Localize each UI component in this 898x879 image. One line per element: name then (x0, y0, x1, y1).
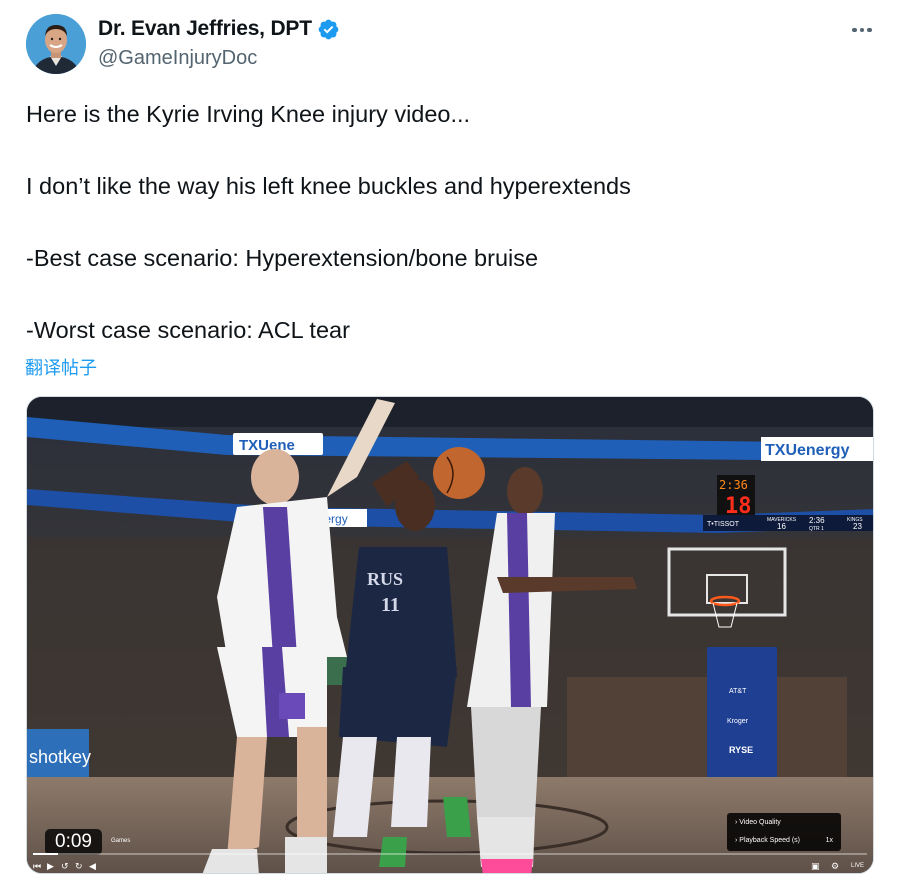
shot-clock-time: 2:36 (719, 478, 748, 492)
avatar[interactable] (26, 14, 86, 74)
volume-icon[interactable]: ◀ (89, 857, 96, 873)
scoreboard-quarter: QTR 1 (809, 526, 824, 532)
video-quality-option[interactable]: › Video Quality (735, 819, 781, 826)
tissot-text: T•TISSOT (707, 521, 740, 528)
tweet-card: Dr. Evan Jeffries, DPT @GameInjuryDoc He… (0, 0, 898, 879)
author-handle[interactable]: @GameInjuryDoc (98, 47, 257, 70)
verified-badge-icon[interactable] (317, 18, 340, 41)
translate-post-link[interactable]: 翻译帖子 (25, 354, 97, 380)
live-label[interactable]: LIVE (851, 857, 864, 873)
scoreboard-away-score: 23 (853, 522, 862, 531)
rewind-icon[interactable]: ↺ (61, 857, 69, 873)
playback-speed-value: 1x (825, 837, 833, 844)
tweet-text-line-1: Here is the Kyrie Irving Knee injury vid… (26, 101, 471, 127)
elapsed-time-badge: 0:09 (45, 829, 102, 855)
play-icon[interactable]: ▶ (47, 857, 54, 873)
video-settings-menu[interactable]: › Video Quality › Playback Speed (s) 1x (727, 813, 841, 851)
video-quality-label: Video Quality (739, 819, 781, 826)
sponsor-text-right: TXUenergy (765, 442, 850, 459)
jersey-number: 11 (381, 594, 400, 616)
author-name-row[interactable]: Dr. Evan Jeffries, DPT (98, 17, 340, 41)
captions-icon[interactable]: ▣ (811, 857, 820, 873)
stanchion-kroger: Kroger (727, 718, 749, 725)
tweet-text-line-4: -Worst case scenario: ACL tear (26, 317, 350, 343)
games-label[interactable]: Games (111, 838, 130, 844)
video-frame[interactable]: TXUene TXUenergy energy 2:36 18 T•TISSOT… (27, 397, 874, 874)
video-progress-fill (33, 853, 59, 855)
video-player[interactable]: TXUene TXUenergy energy 2:36 18 T•TISSOT… (26, 396, 874, 874)
previous-icon[interactable]: ⏮ (33, 857, 41, 873)
chevron-right-icon: › (735, 819, 738, 826)
video-controls: ⏮ ▶ ↺ ↻ ◀ ▣ ⚙ LIVE (27, 857, 873, 873)
stanchion-ryse: RYSE (729, 745, 753, 755)
forward-icon[interactable]: ↻ (75, 857, 83, 873)
more-options-icon[interactable] (846, 18, 878, 42)
chevron-right-icon: › (735, 837, 738, 844)
scoreboard-clock: 2:36 (809, 516, 825, 525)
avatar-image (26, 14, 86, 74)
playback-speed-label: Playback Speed (s) (739, 837, 800, 844)
playback-speed-option[interactable]: › Playback Speed (s) (735, 837, 800, 844)
stanchion-att: AT&T (729, 688, 747, 695)
jersey-lettering: RUS (367, 569, 403, 589)
courtside-sign: shotkey (29, 747, 91, 767)
tweet-text-line-2: I don’t like the way his left knee buckl… (26, 173, 631, 199)
scoreboard-home-score: 16 (777, 522, 786, 531)
tweet-text-line-3: -Best case scenario: Hyperextension/bone… (26, 245, 539, 271)
display-name[interactable]: Dr. Evan Jeffries, DPT (98, 17, 312, 41)
settings-gear-icon[interactable]: ⚙ (831, 857, 839, 873)
video-progress-bar[interactable] (33, 853, 867, 855)
